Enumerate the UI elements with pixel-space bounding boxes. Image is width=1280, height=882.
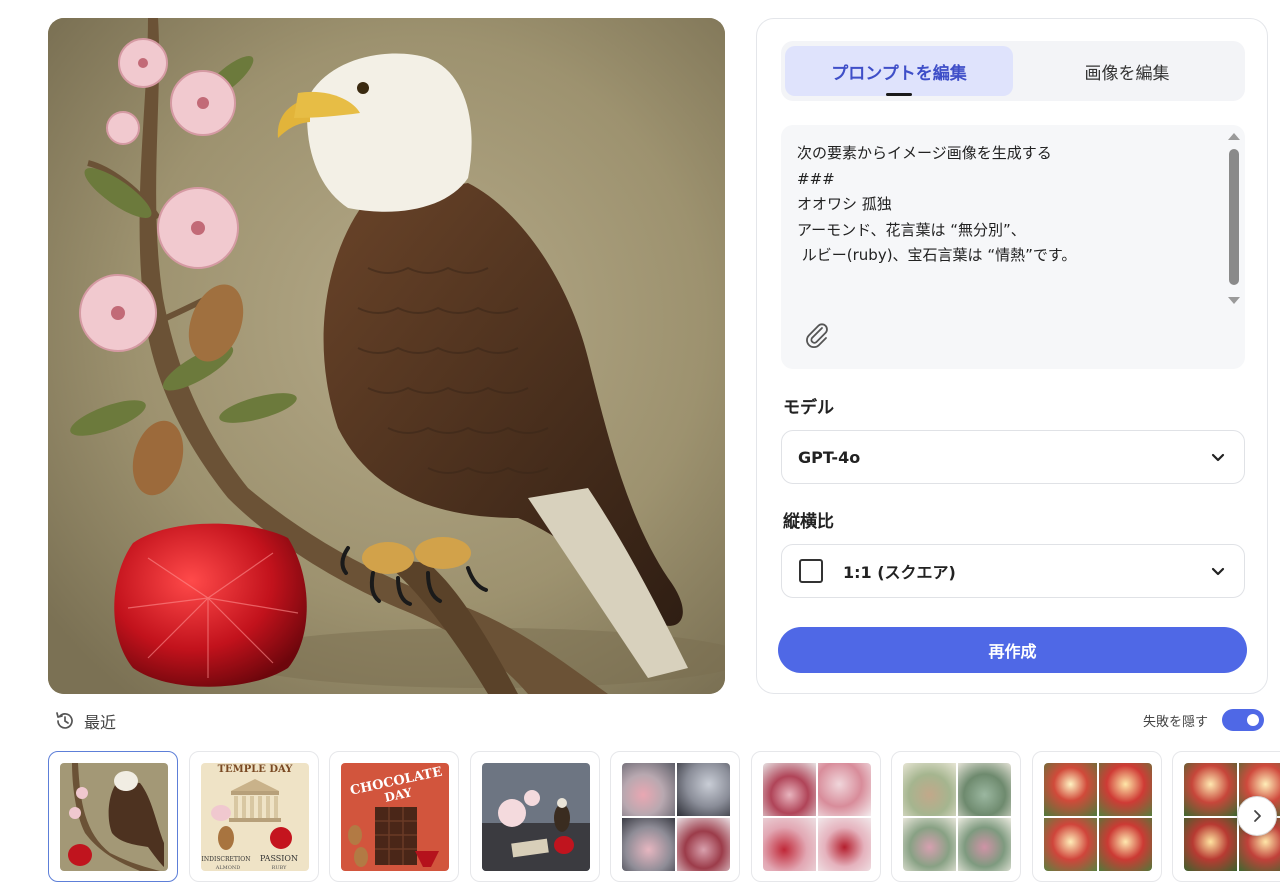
model-value: GPT-4o	[798, 447, 861, 467]
prompt-editor[interactable]: 次の要素からイメージ画像を生成する ### オオワシ 孤独 アーモンド、花言葉は…	[781, 125, 1245, 369]
temple-title: TEMPLE DAY	[218, 764, 294, 775]
eagle-illustration	[48, 18, 725, 694]
hide-failed-label: 失敗を隠す	[1142, 714, 1208, 730]
paperclip-icon[interactable]	[801, 319, 833, 351]
thumbnail-image: TEMPLE DAY INDISCRETION PASSION ALMOND R…	[201, 763, 309, 871]
generated-image	[48, 18, 725, 694]
tab-active-indicator	[886, 93, 912, 96]
thumbnail-eagle[interactable]	[48, 751, 178, 882]
thumbnail-image: CHOCOLATE DAY	[341, 763, 449, 871]
prompt-textarea[interactable]: 次の要素からイメージ画像を生成する ### オオワシ 孤独 アーモンド、花言葉は…	[797, 141, 1217, 311]
tab-edit-prompt-label: プロンプトを編集	[831, 63, 967, 84]
model-label: モデル	[783, 398, 834, 418]
thumbnail-grid-flowers-1[interactable]	[1032, 751, 1162, 882]
hide-failed-toggle[interactable]	[1222, 709, 1264, 731]
thumbnail-image	[1044, 763, 1152, 871]
history-icon	[56, 712, 73, 729]
regenerate-button[interactable]: 再作成	[778, 627, 1247, 673]
tab-edit-image-label: 画像を編集	[1084, 63, 1170, 84]
thumbnail-grid-pink-1[interactable]	[610, 751, 740, 882]
aspect-ratio-select[interactable]: 1:1 (スクエア)	[781, 544, 1245, 598]
hide-failed-control: 失敗を隠す	[1143, 708, 1264, 732]
thumbnail-image	[763, 763, 871, 871]
thumbnail-grid-pink-2[interactable]	[751, 751, 881, 882]
chevron-down-icon	[1211, 567, 1225, 576]
thumbnails-next-button[interactable]	[1237, 796, 1277, 836]
edit-tabs: プロンプトを編集 画像を編集	[781, 41, 1245, 101]
model-select[interactable]: GPT-4o	[781, 430, 1245, 484]
recent-header: 最近	[54, 708, 116, 734]
thumbnail-image	[60, 763, 168, 871]
scroll-up-arrow[interactable]	[1228, 133, 1240, 140]
edit-panel: プロンプトを編集 画像を編集 次の要素からイメージ画像を生成する ### オオワ…	[756, 18, 1268, 694]
thumbnail-temple-day[interactable]: TEMPLE DAY INDISCRETION PASSION ALMOND R…	[189, 751, 319, 882]
chevron-down-icon	[1211, 453, 1225, 462]
aspect-ratio-label: 縦横比	[783, 512, 834, 532]
scroll-down-arrow[interactable]	[1228, 297, 1240, 304]
recent-label: 最近	[84, 713, 117, 732]
thumbnail-image	[622, 763, 730, 871]
temple-caption-left: INDISCRETION	[202, 856, 251, 863]
thumbnail-image	[903, 763, 1011, 871]
toggle-knob	[1247, 714, 1259, 726]
chevron-right-icon	[1254, 810, 1261, 822]
thumbnail-chocolate-day[interactable]: CHOCOLATE DAY	[329, 751, 459, 882]
temple-caption-right: PASSION	[260, 854, 298, 863]
temple-sub-right: RUBY	[272, 865, 288, 871]
temple-sub-left: ALMOND	[215, 865, 241, 871]
scrollbar-thumb[interactable]	[1229, 149, 1239, 285]
square-ratio-icon	[799, 559, 823, 583]
thumbnail-grid-green-1[interactable]	[891, 751, 1021, 882]
tab-edit-image[interactable]: 画像を編集	[1013, 46, 1241, 96]
aspect-ratio-value: 1:1 (スクエア)	[843, 563, 956, 582]
tab-edit-prompt[interactable]: プロンプトを編集	[785, 46, 1013, 96]
thumbnail-image	[482, 763, 590, 871]
thumbnail-blossom-eagle[interactable]	[470, 751, 600, 882]
recent-thumbnails: TEMPLE DAY INDISCRETION PASSION ALMOND R…	[48, 751, 1280, 882]
